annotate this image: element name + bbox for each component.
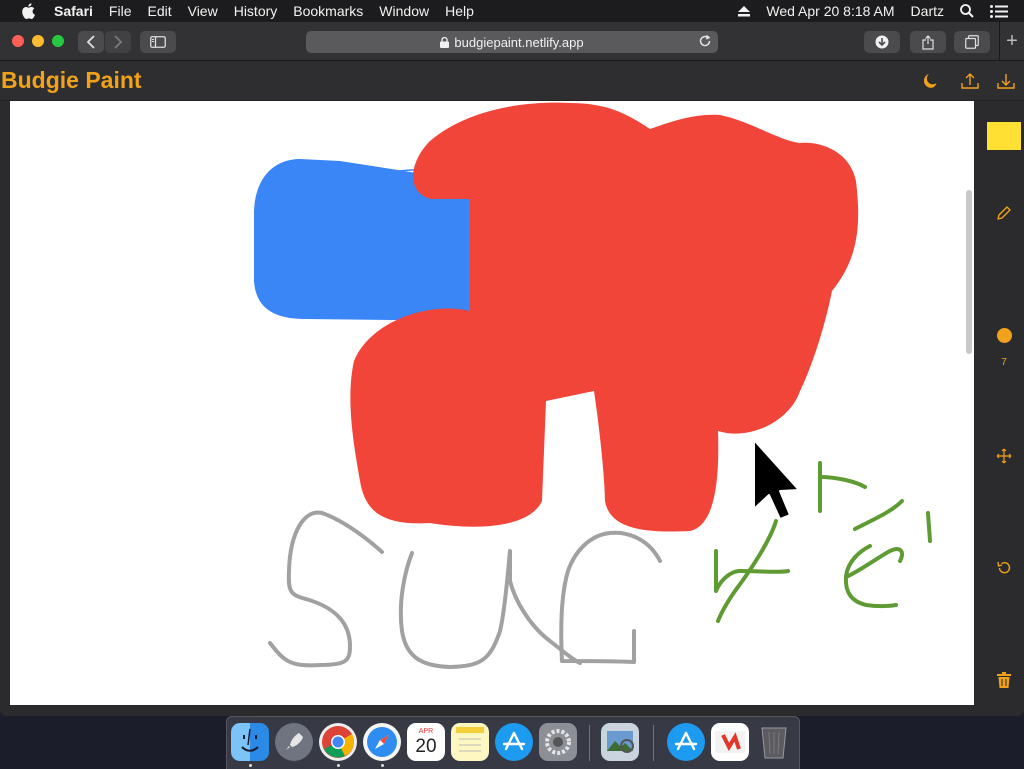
chrome-icon[interactable] (319, 723, 357, 761)
running-indicator (249, 764, 252, 767)
trash-can-icon[interactable] (755, 723, 793, 761)
menu-view[interactable]: View (180, 0, 226, 22)
menu-bar: Safari File Edit View History Bookmarks … (0, 0, 1024, 22)
running-indicator (337, 764, 340, 767)
system-preferences-icon[interactable] (539, 723, 577, 761)
selected-color-swatch[interactable] (987, 122, 1021, 150)
mouse-cursor-icon (753, 439, 800, 520)
download-image-icon[interactable] (996, 71, 1016, 91)
safari-toolbar: budgiepaint.netlify.app + (0, 22, 1024, 61)
notes-icon[interactable] (451, 723, 489, 761)
brush-size-button[interactable] (984, 325, 1024, 345)
undo-icon (997, 561, 1011, 574)
apple-menu-icon[interactable] (18, 0, 38, 22)
finder-icon[interactable] (231, 723, 269, 761)
app-title: Budgie Paint (1, 67, 142, 93)
notification-center-icon[interactable] (990, 4, 1008, 18)
menu-user[interactable]: Dartz (911, 0, 944, 22)
download-icon (875, 35, 889, 49)
back-button[interactable] (78, 31, 104, 53)
close-window-button[interactable] (12, 35, 24, 47)
documents-folder-icon[interactable] (711, 723, 749, 761)
pencil-icon (997, 206, 1011, 220)
sidebar-toggle-button[interactable] (140, 31, 176, 53)
upload-icon[interactable] (960, 71, 980, 91)
app-store-icon[interactable] (495, 723, 533, 761)
menu-clock[interactable]: Wed Apr 20 8:18 AM (766, 0, 894, 22)
tool-sidebar: 7 (984, 101, 1024, 716)
tabs-icon (965, 35, 979, 49)
share-icon (922, 34, 934, 50)
address-bar[interactable]: budgiepaint.netlify.app (306, 31, 718, 53)
brush-size-value: 7 (1001, 357, 1007, 368)
minimize-window-button[interactable] (32, 35, 44, 47)
tab-overview-button[interactable] (954, 31, 990, 53)
dark-mode-moon-icon[interactable] (920, 71, 940, 91)
calendar-month: APR (418, 727, 434, 735)
menu-edit[interactable]: Edit (139, 0, 179, 22)
share-button[interactable] (910, 31, 946, 53)
spotlight-search-icon[interactable] (960, 4, 974, 18)
calendar-day: 20 (415, 735, 437, 757)
lock-icon (440, 36, 450, 48)
app-header: Budgie Paint (0, 61, 1024, 101)
canvas-drawing (254, 102, 932, 669)
dock-separator (653, 725, 654, 761)
menu-history[interactable]: History (226, 0, 286, 22)
menu-window[interactable]: Window (371, 0, 437, 22)
zoom-window-button[interactable] (52, 35, 64, 47)
sidebar-icon (150, 36, 166, 48)
pencil-tool-button[interactable] (984, 201, 1024, 225)
chevron-right-icon (114, 35, 123, 49)
downloads-button[interactable] (864, 31, 900, 53)
vertical-scrollbar[interactable] (966, 190, 972, 354)
safari-icon[interactable] (363, 723, 401, 761)
undo-button[interactable] (984, 559, 1024, 577)
trash-icon (997, 672, 1011, 688)
calendar-icon[interactable]: APR 20 (407, 723, 445, 761)
drawing-canvas[interactable] (10, 101, 974, 705)
clear-canvas-button[interactable] (984, 671, 1024, 689)
gray-scribble (268, 510, 662, 669)
menu-file[interactable]: File (101, 0, 140, 22)
green-scribble (714, 461, 932, 623)
reload-icon[interactable] (698, 34, 712, 48)
menu-help[interactable]: Help (437, 0, 482, 22)
app-store-downloads-icon[interactable] (667, 723, 705, 761)
dock-separator (589, 725, 590, 761)
forward-button[interactable] (105, 31, 131, 53)
red-stroke (350, 102, 859, 532)
chevron-left-icon (86, 35, 95, 49)
move-arrows-icon (996, 448, 1012, 464)
url-text: budgiepaint.netlify.app (454, 34, 584, 50)
color-picker-button[interactable] (984, 121, 1024, 151)
running-indicator (381, 764, 384, 767)
menu-app-name[interactable]: Safari (48, 0, 101, 22)
preview-icon[interactable] (601, 723, 639, 761)
safari-window: budgiepaint.netlify.app + Budgie Paint 7 (0, 22, 1024, 716)
move-tool-button[interactable] (984, 447, 1024, 465)
eject-icon[interactable] (738, 5, 751, 17)
dock: APR 20 (226, 716, 800, 769)
menu-bookmarks[interactable]: Bookmarks (285, 0, 371, 22)
new-tab-button[interactable]: + (999, 22, 1024, 60)
launchpad-icon[interactable] (275, 723, 313, 761)
brush-size-dot-icon (996, 327, 1012, 343)
